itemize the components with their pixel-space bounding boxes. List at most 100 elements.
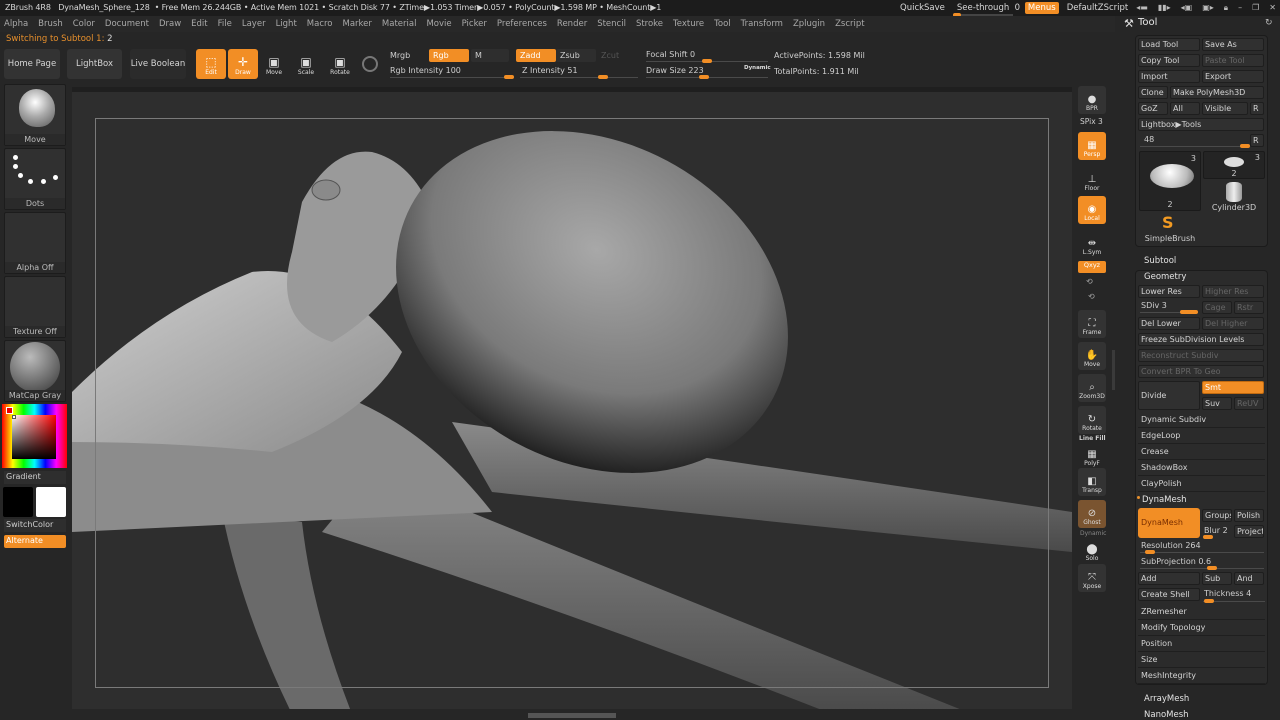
- saturation-value-square[interactable]: [12, 415, 56, 459]
- geometry-subpalette-zremesher[interactable]: ZRemesher: [1138, 605, 1265, 620]
- menu-stencil[interactable]: Stencil: [597, 19, 626, 29]
- color-picker[interactable]: [2, 404, 67, 468]
- m-button[interactable]: M: [471, 49, 509, 62]
- copy-tool-button[interactable]: Copy Tool: [1138, 54, 1200, 67]
- move-view-button[interactable]: ✋ Move: [1078, 342, 1106, 370]
- bottom-shelf-handle[interactable]: [528, 713, 616, 718]
- menu-material[interactable]: Material: [382, 19, 417, 29]
- minimize-icon[interactable]: –: [1238, 3, 1242, 13]
- focal-shift-slider[interactable]: Focal Shift 0: [646, 50, 695, 59]
- nanomesh-section[interactable]: NanoMesh: [1144, 710, 1189, 720]
- make-polymesh-button[interactable]: Make PolyMesh3D: [1170, 86, 1264, 99]
- del-higher-button[interactable]: Del Higher: [1202, 317, 1264, 330]
- menu-picker[interactable]: Picker: [462, 19, 487, 29]
- subprojection-knob[interactable]: [1207, 566, 1217, 570]
- subprojection-slider[interactable]: SubProjection 0.6: [1141, 557, 1211, 566]
- thickness-slider[interactable]: Thickness 4: [1204, 589, 1251, 598]
- groups-toggle[interactable]: Groups: [1202, 509, 1232, 522]
- sdiv-knob[interactable]: [1180, 310, 1198, 314]
- project-toggle[interactable]: Project: [1234, 525, 1264, 538]
- frame-button[interactable]: ⛶ Frame: [1078, 310, 1106, 338]
- subtool-thumb-octopus[interactable]: 3 2: [1139, 151, 1201, 211]
- menu-stroke[interactable]: Stroke: [636, 19, 663, 29]
- geometry-subpalette-edgeloop[interactable]: EdgeLoop: [1138, 429, 1265, 444]
- create-shell-button[interactable]: Create Shell: [1138, 588, 1200, 601]
- simplebrush-tool[interactable]: S SimpleBrush: [1139, 213, 1201, 245]
- floor-button[interactable]: ⊥ Floor: [1078, 166, 1106, 194]
- clone-button[interactable]: Clone: [1138, 86, 1168, 99]
- close-icon[interactable]: ✕: [1269, 3, 1276, 13]
- canvas-viewport[interactable]: [72, 87, 1072, 709]
- palette-refresh-icon[interactable]: ↻: [1265, 18, 1273, 28]
- freeze-subdiv-button[interactable]: Freeze SubDivision Levels: [1138, 333, 1264, 346]
- alternate-button[interactable]: Alternate: [4, 535, 66, 548]
- thickness-knob[interactable]: [1204, 599, 1214, 603]
- geometry-subpalette-size[interactable]: Size: [1138, 653, 1265, 668]
- geometry-subpalette-modify-topology[interactable]: Modify Topology: [1138, 621, 1265, 636]
- gradient-toggle[interactable]: Gradient: [4, 471, 66, 484]
- menu-transform[interactable]: Transform: [741, 19, 783, 29]
- paste-tool-button[interactable]: Paste Tool: [1202, 54, 1264, 67]
- sdiv-slider[interactable]: SDiv 3: [1141, 301, 1167, 310]
- resolution-knob[interactable]: [1145, 550, 1155, 554]
- lower-res-button[interactable]: Lower Res: [1138, 285, 1200, 298]
- z-intensity-knob[interactable]: [598, 75, 608, 79]
- lightbox-tools-button[interactable]: Lightbox▶Tools: [1138, 118, 1264, 131]
- rotate-view-button[interactable]: ↻ Rotate: [1078, 406, 1106, 434]
- sub-button[interactable]: Sub: [1202, 572, 1232, 585]
- menu-layer[interactable]: Layer: [242, 19, 266, 29]
- transp-button[interactable]: ◧ Transp: [1078, 468, 1106, 496]
- convert-bpr-button[interactable]: Convert BPR To Geo: [1138, 365, 1264, 378]
- secondary-color-swatch[interactable]: [36, 487, 66, 517]
- scale-button[interactable]: ▣ Scale: [291, 49, 321, 79]
- menus-button[interactable]: Menus: [1024, 2, 1059, 14]
- menu-color[interactable]: Color: [73, 19, 95, 29]
- del-lower-button[interactable]: Del Lower: [1138, 317, 1200, 330]
- edit-mode-circle-icon[interactable]: [362, 56, 378, 72]
- zscript-button[interactable]: DefaultZScript: [1067, 3, 1129, 13]
- add-button[interactable]: Add: [1138, 572, 1200, 585]
- rgb-intensity-knob[interactable]: [504, 75, 514, 79]
- live-boolean-button[interactable]: Live Boolean: [130, 49, 186, 79]
- geometry-section[interactable]: Geometry: [1144, 272, 1186, 282]
- smt-toggle[interactable]: Smt: [1202, 381, 1264, 394]
- color-cursor[interactable]: [12, 415, 16, 419]
- menu-tool[interactable]: Tool: [714, 19, 731, 29]
- restore-icon[interactable]: ❐: [1252, 3, 1259, 13]
- tool-palette-title[interactable]: Tool: [1138, 17, 1157, 28]
- material-selector[interactable]: MatCap Gray: [4, 340, 66, 402]
- mrgb-button[interactable]: Mrgb: [390, 51, 410, 60]
- rgb-button[interactable]: Rgb: [429, 49, 469, 62]
- menu-brush[interactable]: Brush: [38, 19, 63, 29]
- zadd-button[interactable]: Zadd: [516, 49, 556, 62]
- rotate-button[interactable]: ▣ Rotate: [325, 49, 355, 79]
- reconstruct-subdiv-button[interactable]: Reconstruct Subdiv: [1138, 349, 1264, 362]
- seethrough-slider[interactable]: See-through 0: [952, 3, 1020, 17]
- goz-r-button[interactable]: R: [1250, 102, 1264, 115]
- dynamesh-button[interactable]: DynaMesh: [1138, 508, 1200, 538]
- dynamesh-section[interactable]: DynaMesh: [1142, 495, 1187, 505]
- layout-right-icon[interactable]: ▣▸: [1202, 3, 1214, 13]
- blur-slider[interactable]: Blur 2: [1204, 526, 1228, 535]
- lightbox-button[interactable]: LightBox: [67, 49, 122, 79]
- polyf-button[interactable]: ▦ PolyF: [1078, 441, 1106, 469]
- xpose-button[interactable]: ⤧ Xpose: [1078, 564, 1106, 592]
- tool-count-slider[interactable]: 48: [1144, 135, 1154, 144]
- focal-shift-knob[interactable]: [702, 59, 712, 63]
- main-color-swatch[interactable]: [3, 487, 33, 517]
- blur-knob[interactable]: [1203, 535, 1213, 539]
- menu-draw[interactable]: Draw: [159, 19, 181, 29]
- shrink-tray-icon[interactable]: ◂▬: [1136, 3, 1148, 13]
- menu-file[interactable]: File: [218, 19, 232, 29]
- load-tool-button[interactable]: Load Tool: [1138, 38, 1200, 51]
- geometry-subpalette-claypolish[interactable]: ClayPolish: [1138, 477, 1265, 492]
- menu-alpha[interactable]: Alpha: [4, 19, 28, 29]
- menu-marker[interactable]: Marker: [343, 19, 372, 29]
- menu-macro[interactable]: Macro: [307, 19, 333, 29]
- cylinder3d-tool[interactable]: Cylinder3D: [1203, 181, 1265, 213]
- move-button[interactable]: ▣ Move: [259, 49, 289, 79]
- subtool-thumb-small[interactable]: 3 2: [1203, 151, 1265, 179]
- goz-all-button[interactable]: All: [1170, 102, 1200, 115]
- z-intensity-slider[interactable]: Z Intensity 51: [522, 66, 578, 75]
- menu-edit[interactable]: Edit: [191, 19, 207, 29]
